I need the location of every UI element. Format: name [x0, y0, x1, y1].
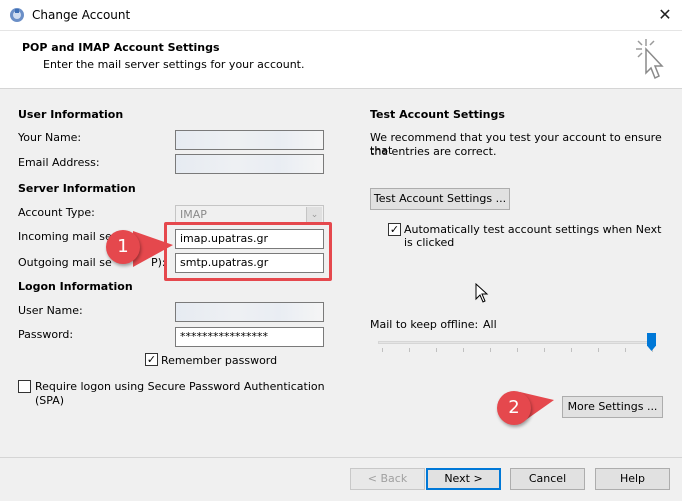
- slider-tick: [625, 348, 626, 352]
- offline-value: All: [483, 318, 497, 331]
- spa-label-line2: (SPA): [35, 394, 65, 407]
- remember-password-label: Remember password: [161, 354, 278, 367]
- your-name-field[interactable]: [175, 130, 324, 150]
- username-field[interactable]: [175, 302, 324, 322]
- next-button[interactable]: Next >: [426, 468, 501, 490]
- offline-slider-thumb[interactable]: [647, 333, 656, 351]
- server-info-heading: Server Information: [18, 182, 136, 195]
- auto-test-label-line2: is clicked: [404, 236, 455, 249]
- username-label: User Name:: [18, 304, 83, 317]
- callout-badge-2: 2: [497, 391, 531, 425]
- password-label: Password:: [18, 328, 74, 341]
- back-button[interactable]: < Back: [350, 468, 425, 490]
- remember-password-checkbox[interactable]: ✓: [145, 353, 158, 366]
- slider-tick: [409, 348, 410, 352]
- email-field[interactable]: [175, 154, 324, 174]
- slider-tick: [490, 348, 491, 352]
- window-title: Change Account: [32, 8, 131, 22]
- test-settings-heading: Test Account Settings: [370, 108, 505, 121]
- offline-slider-track[interactable]: [378, 341, 656, 344]
- chevron-down-icon: ⌄: [306, 207, 322, 223]
- page-title: POP and IMAP Account Settings: [22, 41, 220, 54]
- callout-badge-1: 1: [106, 230, 140, 264]
- slider-tick: [463, 348, 464, 352]
- slider-tick: [382, 348, 383, 352]
- logon-info-heading: Logon Information: [18, 280, 133, 293]
- app-icon: [10, 8, 24, 22]
- slider-tick: [598, 348, 599, 352]
- page-subtitle: Enter the mail server settings for your …: [43, 58, 305, 71]
- callout-highlight-box: [164, 222, 332, 281]
- auto-test-label-line1: Automatically test account settings when…: [404, 223, 662, 236]
- password-field[interactable]: ****************: [175, 327, 324, 347]
- outgoing-server-label: Outgoing mail se: [18, 256, 112, 269]
- close-button[interactable]: ✕: [652, 4, 678, 26]
- header-band: POP and IMAP Account Settings Enter the …: [0, 31, 682, 89]
- mouse-pointer-icon: [475, 283, 489, 303]
- spa-label-line1: Require logon using Secure Password Auth…: [35, 380, 325, 393]
- offline-label: Mail to keep offline:: [370, 318, 479, 331]
- slider-tick: [544, 348, 545, 352]
- test-account-settings-button[interactable]: Test Account Settings ...: [370, 188, 510, 210]
- account-type-label: Account Type:: [18, 206, 95, 219]
- slider-tick: [517, 348, 518, 352]
- cursor-sparkle-icon: [636, 39, 664, 80]
- test-description-line2: the entries are correct.: [370, 145, 497, 158]
- email-label: Email Address:: [18, 156, 100, 169]
- your-name-label: Your Name:: [18, 131, 82, 144]
- slider-tick: [436, 348, 437, 352]
- help-button[interactable]: Help: [595, 468, 670, 490]
- slider-tick: [571, 348, 572, 352]
- cancel-button[interactable]: Cancel: [510, 468, 585, 490]
- more-settings-button[interactable]: More Settings ...: [562, 396, 663, 418]
- spa-checkbox[interactable]: [18, 380, 31, 393]
- user-info-heading: User Information: [18, 108, 124, 121]
- auto-test-checkbox[interactable]: ✓: [388, 223, 401, 236]
